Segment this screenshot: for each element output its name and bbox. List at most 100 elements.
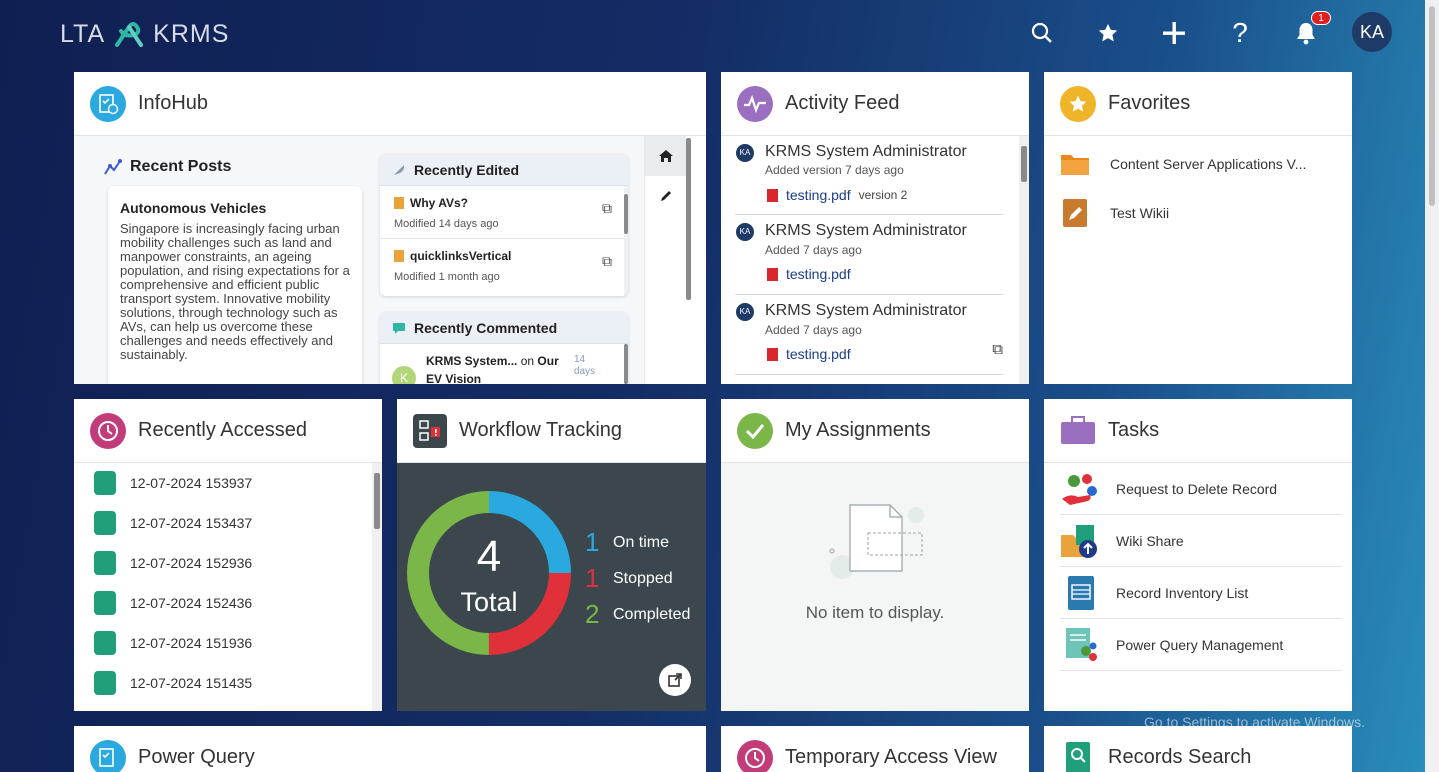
activity-user[interactable]: KRMS System Administrator	[765, 302, 967, 320]
favorites-title: Favorites	[1108, 92, 1191, 114]
favorite-item[interactable]: Content Server Applications V...	[1060, 152, 1306, 176]
open-external-icon[interactable]: ⧉	[992, 341, 1003, 358]
app-logo[interactable]: LTA KRMS	[60, 19, 229, 49]
stat-label: On time	[613, 533, 670, 551]
recent-scrollbar[interactable]	[372, 463, 382, 711]
watermark-line2: Go to Settings to activate Windows.	[1144, 714, 1365, 730]
page-scrollbar[interactable]	[1425, 0, 1439, 772]
recent-item[interactable]: 12-07-2024 151435	[74, 663, 372, 703]
activity-user[interactable]: KRMS System Administrator	[765, 143, 967, 161]
records-search-tile: Records Search	[1044, 726, 1352, 772]
folder-icon	[1061, 155, 1089, 175]
stat-count: 2	[585, 599, 600, 629]
edited-item[interactable]: Why AVs? Modified 14 days ago ⧉	[380, 186, 628, 239]
assignments-title: My Assignments	[785, 419, 931, 441]
workflow-body: 4 Total 1 On time 1 Stopped 2 Completed	[397, 463, 706, 711]
activity-item[interactable]: KA KRMS System Administrator Added versi…	[735, 136, 1003, 215]
task-item[interactable]: Record Inventory List	[1060, 567, 1342, 619]
page-scrollbar-thumb[interactable]	[1429, 6, 1435, 206]
workflow-stat-stopped[interactable]: 1 Stopped	[585, 563, 673, 594]
recent-item[interactable]: 12-07-2024 153437	[74, 503, 372, 543]
notification-badge: 1	[1311, 11, 1331, 25]
task-label: Wiki Share	[1116, 532, 1184, 549]
search-icon[interactable]	[1027, 18, 1057, 48]
recently-accessed-tile: Recently Accessed 12-07-2024 153937 12-0…	[74, 399, 382, 711]
activity-file-link[interactable]: testing.pdf	[786, 187, 851, 203]
wiki-page-icon	[394, 197, 404, 209]
clock-icon	[737, 739, 773, 772]
document-icon	[94, 471, 116, 495]
trend-icon	[104, 159, 122, 175]
activity-scrollbar[interactable]	[1019, 136, 1029, 384]
user-avatar[interactable]: KA	[1352, 12, 1392, 52]
open-external-icon[interactable]: ⧉	[602, 253, 612, 270]
favorite-item[interactable]: Test Wikii	[1062, 198, 1169, 228]
star-icon[interactable]	[1093, 18, 1123, 48]
activity-item[interactable]: KA KRMS System Administrator Added 7 day…	[735, 215, 1003, 295]
stat-label: Stopped	[613, 569, 673, 587]
power-query-header[interactable]: Power Query	[74, 726, 706, 772]
recent-item[interactable]: 12-07-2024 151936	[74, 623, 372, 663]
activity-action: Added 7 days ago	[765, 323, 862, 337]
task-item[interactable]: Request to Delete Record	[1060, 463, 1342, 515]
infohub-scrollbar[interactable]	[686, 136, 694, 384]
tasks-header[interactable]: Tasks	[1044, 399, 1352, 463]
comment-item[interactable]: K KRMS System... on Our EV Vision 14 day…	[380, 344, 628, 384]
workflow-stat-ontime[interactable]: 1 On time	[585, 527, 669, 558]
pdf-icon	[767, 188, 778, 202]
comment-on: on	[520, 354, 535, 368]
favorites-header[interactable]: Favorites	[1044, 72, 1352, 136]
workflow-title: Workflow Tracking	[459, 419, 623, 441]
home-icon[interactable]	[645, 136, 687, 176]
records-search-header[interactable]: Records Search	[1044, 726, 1352, 772]
stat-label: Completed	[613, 605, 691, 623]
post-card[interactable]: Autonomous Vehicles Singapore is increas…	[108, 186, 362, 384]
activity-action: Added version 7 days ago	[765, 163, 904, 177]
recently-accessed-header[interactable]: Recently Accessed	[74, 399, 382, 463]
activity-user[interactable]: KRMS System Administrator	[765, 222, 967, 240]
activity-file-link[interactable]: testing.pdf	[786, 346, 851, 362]
task-label: Request to Delete Record	[1116, 480, 1278, 497]
workflow-stat-completed[interactable]: 2 Completed	[585, 599, 690, 630]
ribbon-logo-icon	[115, 22, 144, 47]
open-external-icon[interactable]: ⧉	[602, 200, 612, 217]
assignments-header[interactable]: My Assignments	[721, 399, 1029, 463]
recently-edited-panel: Recently Edited Why AVs? Modified 14 day…	[380, 154, 628, 296]
open-external-icon[interactable]	[659, 664, 691, 696]
activity-feed-header[interactable]: Activity Feed	[721, 72, 1029, 136]
tasks-title: Tasks	[1108, 419, 1160, 441]
recent-item[interactable]: 12-07-2024 153937	[74, 463, 372, 503]
logo-text-right: KRMS	[153, 19, 230, 48]
workflow-tile: Workflow Tracking 4 Total 1 On time 1 St…	[397, 399, 706, 711]
edit-icon[interactable]	[645, 176, 687, 216]
task-item[interactable]: Power Query Management	[1060, 619, 1342, 671]
recent-item[interactable]: 12-07-2024 152436	[74, 583, 372, 623]
recently-commented-panel: Recently Commented K KRMS System... on O…	[380, 312, 628, 384]
edited-item[interactable]: quicklinksVertical Modified 1 month ago …	[380, 239, 628, 292]
infohub-side-rail	[644, 136, 687, 384]
activity-file-link[interactable]: testing.pdf	[786, 266, 851, 282]
recent-item-label: 12-07-2024 153937	[130, 475, 253, 491]
temporary-access-header[interactable]: Temporary Access View	[721, 726, 1029, 772]
workflow-header[interactable]: Workflow Tracking	[397, 399, 706, 463]
power-query-tile-icon	[90, 739, 126, 772]
recent-item[interactable]: 12-07-2024 152936	[74, 543, 372, 583]
task-item[interactable]: Wiki Share	[1060, 515, 1342, 567]
windows-activation-watermark: Activate Windows Go to Settings to activ…	[1144, 690, 1365, 730]
recent-item-label: 12-07-2024 151435	[130, 675, 253, 691]
help-icon[interactable]: ?	[1225, 17, 1255, 48]
favorite-label: Test Wikii	[1110, 205, 1170, 221]
document-icon	[94, 631, 116, 655]
activity-pulse-icon	[737, 85, 773, 122]
favorites-tile: Favorites Content Server Applications V.…	[1044, 72, 1352, 384]
delete-request-icon	[1062, 473, 1097, 505]
edited-item-meta: Modified 1 month ago	[394, 271, 500, 283]
clock-icon	[90, 412, 126, 449]
activity-item[interactable]: KA KRMS System Administrator Added 7 day…	[735, 295, 1003, 375]
check-icon	[737, 412, 773, 449]
top-bar: LTA KRMS ? 1 KA	[0, 0, 1439, 66]
recent-list: 12-07-2024 153937 12-07-2024 153437 12-0…	[74, 463, 372, 711]
infohub-header[interactable]: InfoHub	[74, 72, 706, 136]
plus-icon[interactable]	[1159, 18, 1189, 48]
wiki-icon	[1063, 199, 1087, 227]
